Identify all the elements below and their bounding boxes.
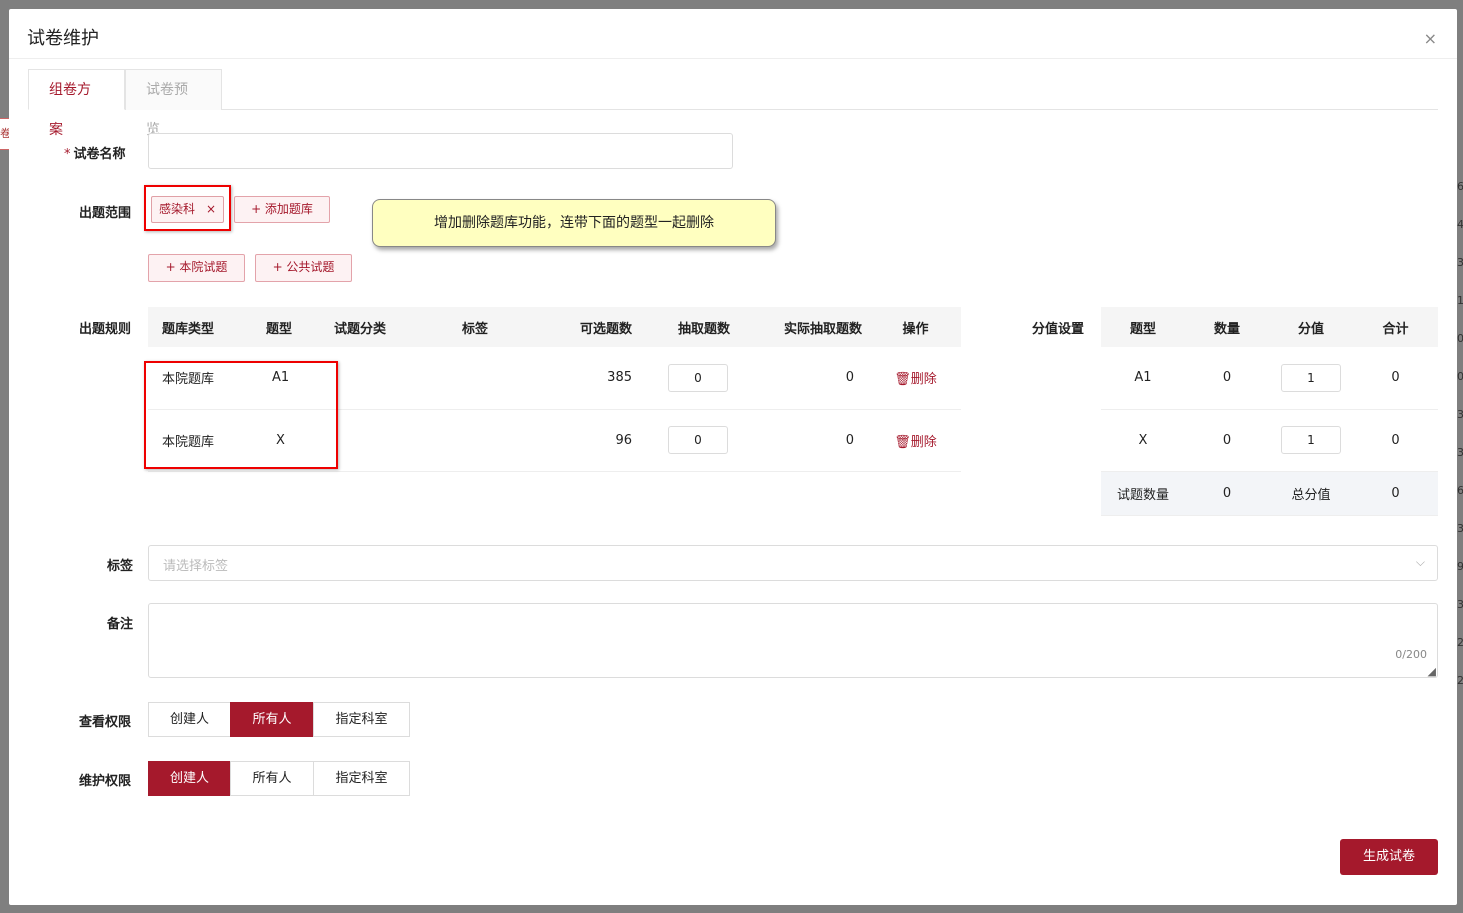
trash-icon: 🗑 [894,434,911,450]
cell-score: 1 [1269,347,1353,410]
remark-label: 备注 [107,617,134,632]
add-bank-button[interactable]: + 添加题库 [234,196,330,223]
close-icon[interactable]: × [1424,31,1437,47]
cell-count: 0 [1185,347,1269,410]
cell-type: A1 [1101,347,1185,410]
rules-label: 出题规则 [79,322,132,337]
required-mark: * [64,147,71,162]
table-row: X 0 1 0 [1101,409,1438,472]
generate-exam-button[interactable]: 生成试卷 [1340,839,1438,875]
table-row: A1 0 1 0 [1101,347,1438,410]
maint-permission-group: 创建人 所有人 指定科室 [148,761,410,796]
tag-select[interactable]: 请选择标签 ⌵ [148,545,1438,581]
question-count-label: 试题数量 [1101,471,1185,516]
cell-total: 0 [1353,409,1438,472]
maint-permission-label: 维护权限 [79,774,132,789]
cell-actual: 0 [738,409,870,472]
tab-bar: 组卷方案 试卷预览 [28,69,1438,138]
trash-icon: 🗑 [894,372,911,388]
col-question-type: 题型 [240,307,316,347]
cell-action: 🗑删除 [870,347,961,410]
cell-actual: 0 [738,347,870,410]
cell-score: 1 [1269,409,1353,472]
score-header-row: 题型 数量 分值 合计 [1101,307,1438,347]
tag-label: 标签 [107,559,134,574]
col-available: 可选题数 [528,307,638,347]
exam-maintenance-dialog: 试卷维护 × 组卷方案 试卷预览 * 试卷名称 出题范围 感染科 × + 添加题库… [9,9,1457,905]
delete-button[interactable]: 🗑删除 [894,435,937,450]
exam-name-input[interactable] [148,133,733,169]
score-label: 分值设置 [1032,322,1085,337]
remark-textarea[interactable]: 0/200 ◢ [148,603,1438,678]
col-action: 操作 [870,307,961,347]
view-perm-everyone[interactable]: 所有人 [230,702,314,737]
draw-count-input[interactable]: 0 [668,363,728,392]
cell-total: 0 [1353,347,1438,410]
col-total: 合计 [1353,307,1438,347]
col-actual: 实际抽取题数 [738,307,870,347]
cell-count: 0 [1185,409,1269,472]
draw-count-input[interactable]: 0 [668,426,728,454]
cell-tag [450,347,528,410]
total-score-value: 0 [1353,471,1438,516]
view-permission-label: 查看权限 [79,715,132,730]
score-input[interactable]: 1 [1281,363,1341,392]
score-summary-row: 试题数量 0 总分值 0 [1101,471,1438,516]
col-score: 分值 [1269,307,1353,347]
cell-available: 385 [528,347,638,410]
score-table: 题型 数量 分值 合计 A1 0 1 0 X 0 1 0 试题数量 0 总分值 … [1101,307,1438,516]
tab-compose-plan[interactable]: 组卷方案 [28,69,125,138]
total-score-label: 总分值 [1269,471,1353,516]
col-bank-type: 题库类型 [148,307,240,347]
background-column: 64310033639322 [1457,180,1463,687]
highlight-box-rows [144,361,338,469]
delete-button[interactable]: 🗑删除 [894,372,937,387]
maint-perm-everyone[interactable]: 所有人 [230,761,314,796]
view-permission-group: 创建人 所有人 指定科室 [148,702,410,737]
dialog-title: 试卷维护 [27,28,99,49]
chevron-down-icon: ⌵ [1415,555,1425,569]
rules-header-row: 题库类型 题型 试题分类 标签 可选题数 抽取题数 实际抽取题数 操作 [148,307,961,347]
annotation-callout: 增加删除题库功能，连带下面的题型一起删除 [372,199,776,247]
view-perm-department[interactable]: 指定科室 [313,702,410,737]
maint-perm-creator[interactable]: 创建人 [148,761,231,796]
cell-draw: 0 [638,347,738,410]
score-input[interactable]: 1 [1281,426,1341,454]
char-counter: 0/200 [1395,648,1427,661]
col-tag: 标签 [450,307,528,347]
cell-draw: 0 [638,409,738,472]
resize-handle-icon[interactable]: ◢ [1428,666,1436,677]
cell-tag [450,409,528,472]
col-count: 数量 [1185,307,1269,347]
cell-type: X [1101,409,1185,472]
exam-name-label: * 试卷名称 [64,147,126,162]
question-count-value: 0 [1185,471,1269,516]
col-draw: 抽取题数 [638,307,738,347]
cell-available: 96 [528,409,638,472]
scope-label: 出题范围 [79,206,132,221]
col-type: 题型 [1101,307,1185,347]
col-category: 试题分类 [316,307,450,347]
public-question-button[interactable]: + 公共试题 [255,254,352,282]
view-perm-creator[interactable]: 创建人 [148,702,231,737]
tab-exam-preview[interactable]: 试卷预览 [125,69,222,138]
cell-action: 🗑删除 [870,409,961,472]
dialog-header: 试卷维护 × [9,9,1457,59]
maint-perm-department[interactable]: 指定科室 [313,761,410,796]
hospital-question-button[interactable]: + 本院试题 [148,254,245,282]
tag-placeholder: 请选择标签 [163,559,229,574]
highlight-box-chip [144,185,231,231]
